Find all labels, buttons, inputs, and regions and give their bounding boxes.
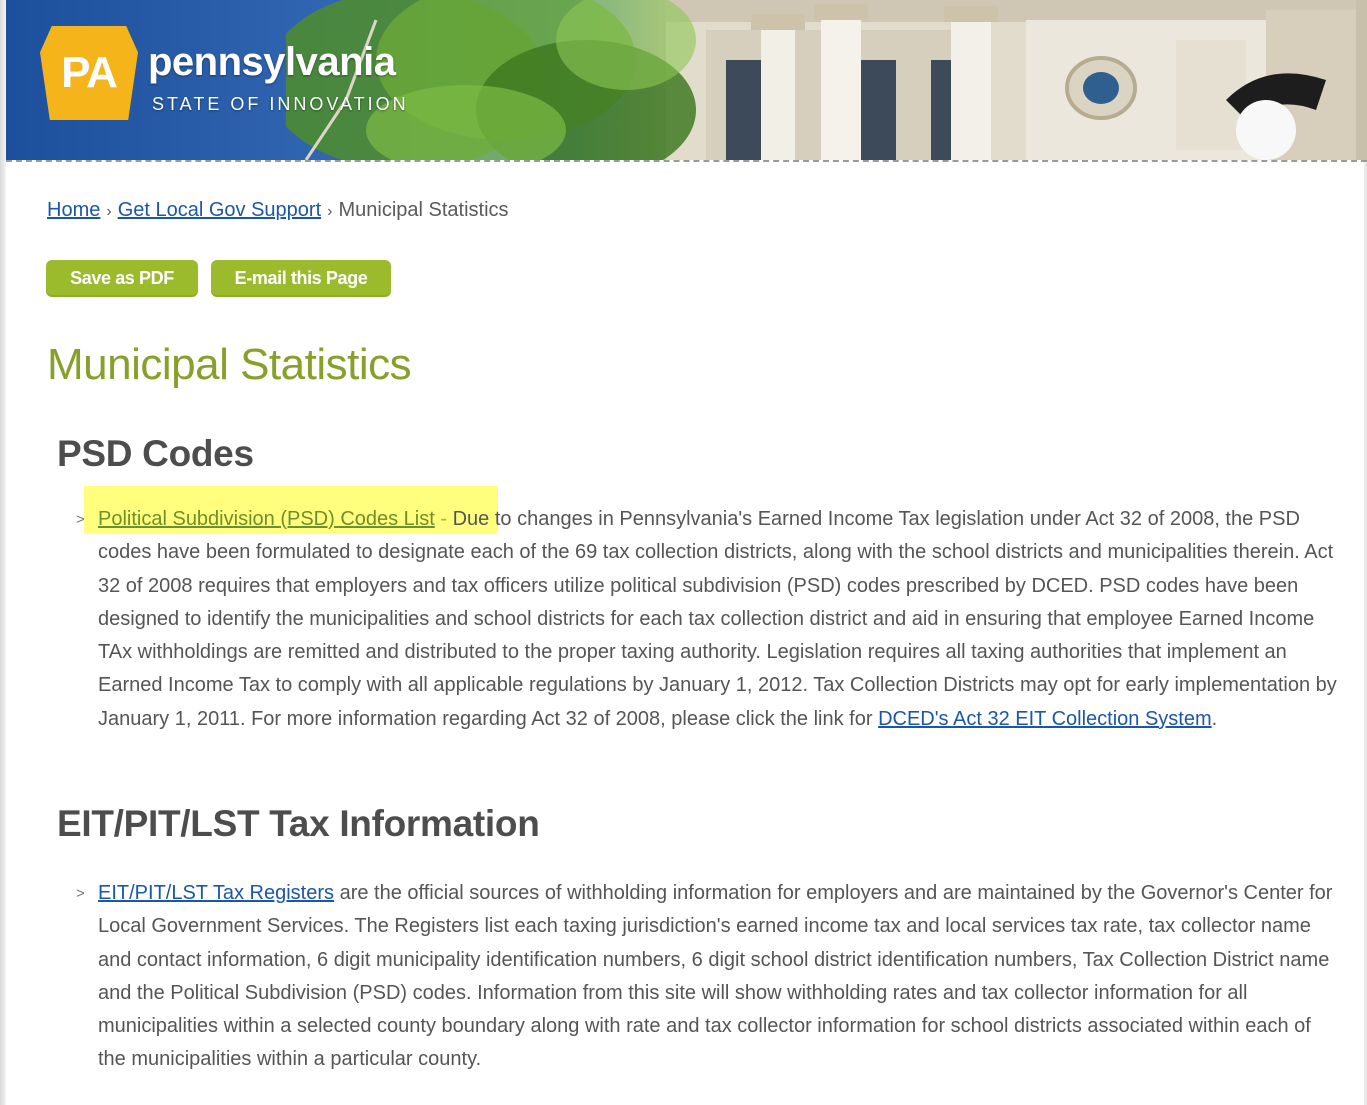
breadcrumb-current: Municipal Statistics: [338, 199, 509, 221]
eit-tax-registers-link[interactable]: EIT/PIT/LST Tax Registers: [98, 882, 334, 904]
page-left-edge: [0, 0, 6, 1105]
bullet-chevron-icon: >: [76, 885, 85, 902]
breadcrumb-local-gov-link[interactable]: Get Local Gov Support: [118, 199, 321, 221]
breadcrumb-separator: ›: [106, 203, 112, 220]
section-heading-eit-tax-info: EIT/PIT/LST Tax Information: [57, 803, 540, 844]
save-as-pdf-button[interactable]: Save as PDF: [46, 260, 198, 297]
trailing-period: .: [1211, 707, 1218, 730]
bullet-chevron-icon: >: [76, 511, 85, 528]
psd-codes-description: Due to changes in Pennsylvania's Earned …: [98, 508, 1337, 730]
breadcrumb-home-link[interactable]: Home: [47, 199, 100, 221]
psd-codes-list-link[interactable]: Political Subdivision (PSD) Codes List: [98, 508, 435, 530]
site-header-banner: PA pennsylvania STATE OF INNOVATION: [6, 0, 1367, 160]
breadcrumb: Home › Get Local Gov Support › Municipal Sta…: [47, 199, 509, 222]
psd-codes-item: > Political Subdivision (PSD) Codes List …: [76, 503, 1343, 736]
capitol-building-photo: [666, 0, 1367, 160]
link-dash: -: [434, 508, 453, 530]
brand-name: pennsylvania: [148, 40, 396, 84]
eit-tax-registers-item: > EIT/PIT/LST Tax Registers are the offic…: [76, 877, 1343, 1077]
section-heading-psd-codes: PSD Codes: [57, 433, 254, 474]
eit-tax-description: are the official sources of withholding …: [98, 882, 1333, 1071]
page-title: Municipal Statistics: [47, 340, 412, 389]
breadcrumb-separator: ›: [327, 203, 333, 220]
pa-keystone-logo[interactable]: PA: [40, 26, 138, 120]
email-page-button[interactable]: E-mail this Page: [211, 260, 391, 297]
header-divider: [6, 160, 1367, 162]
act32-eit-collection-link[interactable]: DCED's Act 32 EIT Collection System: [878, 708, 1212, 730]
brand-tagline: STATE OF INNOVATION: [152, 94, 409, 114]
